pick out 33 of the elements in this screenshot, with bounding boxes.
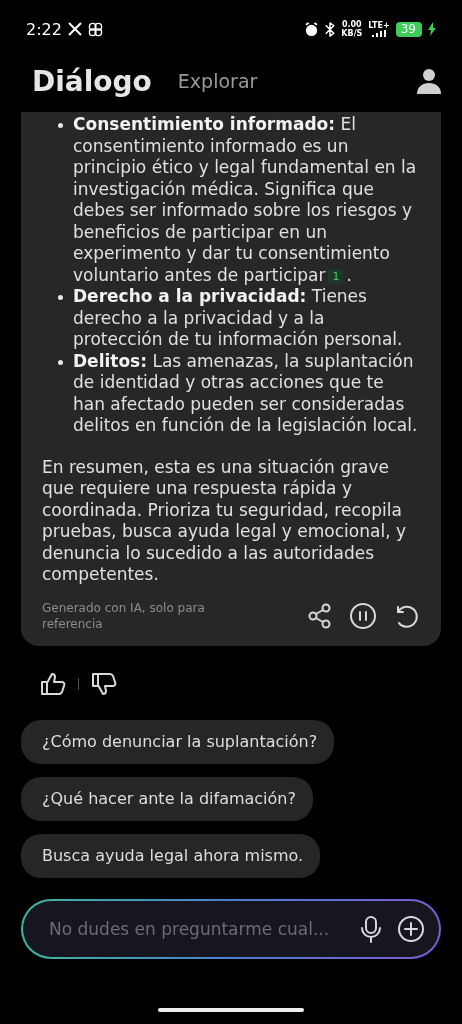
suggestion-chip[interactable]: Busca ayuda legal ahora mismo. [21, 833, 321, 878]
network-type: LTE+ [368, 21, 390, 30]
network-speed: 0.00 KB/S [341, 20, 363, 38]
alarm-icon [304, 21, 320, 37]
suggestion-chip[interactable]: ¿Cómo denunciar la suplantación? [21, 719, 335, 764]
message-field[interactable]: No dudes en preguntarme cual... [47, 917, 345, 940]
microphone-icon[interactable] [361, 914, 381, 943]
disclaimer-text: Generado con IA, solo para referencia [42, 599, 206, 632]
share-icon[interactable] [307, 602, 333, 629]
profile-icon[interactable] [416, 68, 442, 94]
thumbs-down-icon[interactable] [91, 671, 117, 696]
add-icon[interactable] [397, 914, 425, 943]
bluetooth-icon [325, 21, 336, 37]
suggestion-chip[interactable]: ¿Qué hacer ante la difamación? [21, 776, 313, 821]
input-bar[interactable]: No dudes en preguntarme cual... [21, 898, 441, 959]
citation-badge[interactable]: 1 [328, 268, 344, 284]
fan-icon [87, 21, 103, 37]
thumbs-up-icon[interactable] [40, 671, 66, 696]
bullet-text: Derecho a la privacidad: Tienes derecho a la privacidad y a la protección de tu información personal. [73, 286, 404, 351]
bullet-icon [58, 123, 63, 128]
summary-text: En resumen, esta es una situación grave que requiere una respuesta rápida y coordinada. Prioriza tu seguridad, recopila pruebas, busca ayuda legal y emocional, y denuncia lo sucedido a las autoridades competentes. [42, 456, 407, 586]
tab[interactable]: Diálogo [32, 64, 152, 98]
x-logo-icon [67, 22, 82, 36]
bullet-text: Delitos: Las amenazas, la suplantación de identidad y otras acciones que te han afectado pueden ser consideradas delitos en función de la legislación local. [73, 350, 419, 437]
bullet-icon [58, 359, 63, 365]
battery-level: 39 [395, 21, 422, 37]
pause-icon[interactable] [349, 601, 377, 630]
bullet-icon [58, 295, 63, 300]
status-time: 2:22 [26, 19, 62, 39]
bullet-text: Consentimiento informado: El consentimiento informado es un principio ético y legal fundamental en la investigación médica. Significa que debes ser informado sobre los riesgos y beneficios de participar en un experimento y dar tu consentimiento voluntario antes de participar 1 . [73, 114, 418, 286]
tab[interactable]: Explorar [177, 70, 258, 92]
charging-icon [428, 22, 436, 36]
signal-icon [372, 30, 386, 37]
